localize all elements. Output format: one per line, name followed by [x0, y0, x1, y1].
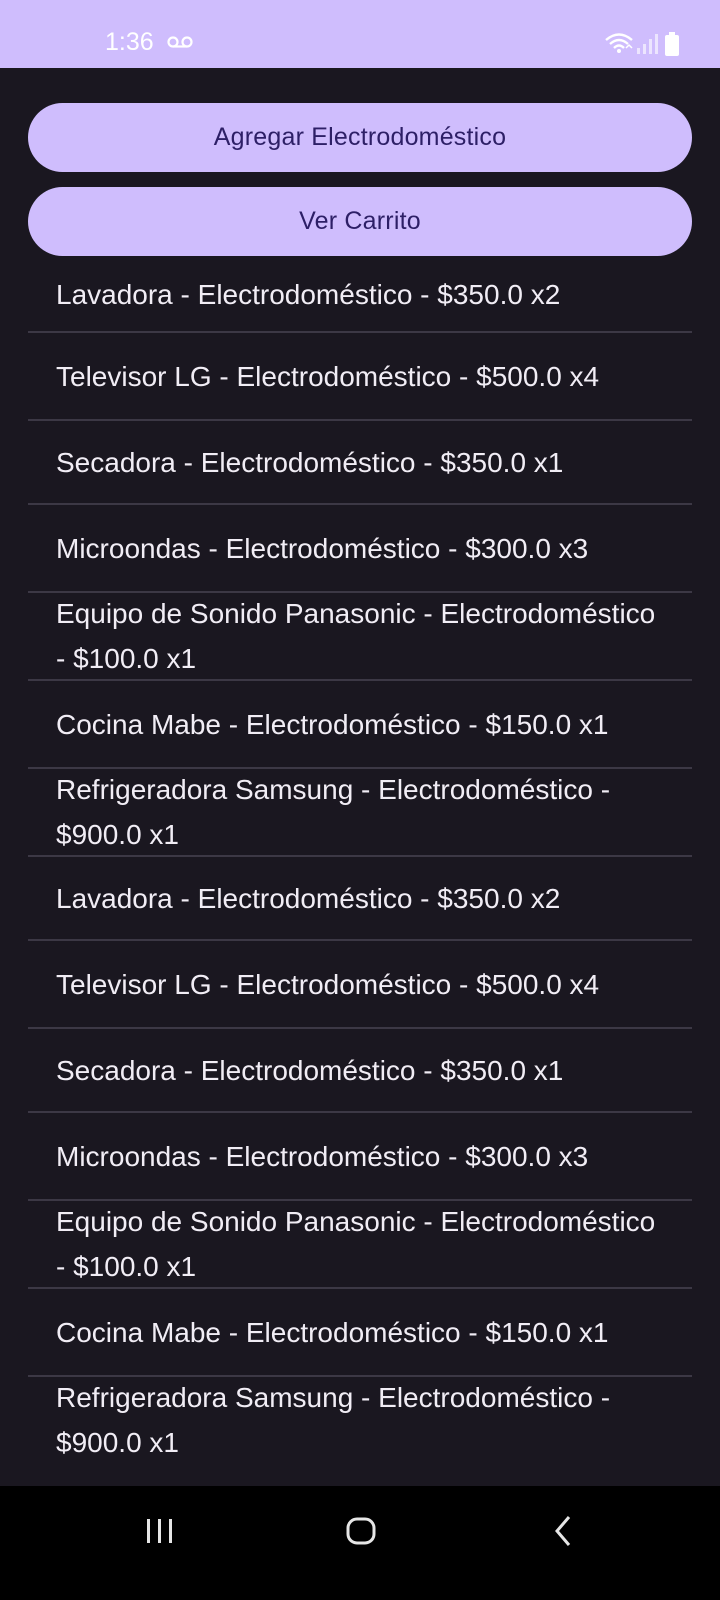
list-item-text: Microondas - Electrodoméstico - $300.0 x… [56, 532, 589, 564]
navigation-bar [0, 1486, 720, 1600]
list-item[interactable]: Cocina Mabe - Electrodoméstico - $150.0 … [0, 681, 720, 767]
list-item[interactable]: Televisor LG - Electrodoméstico - $500.0… [0, 333, 720, 419]
list-item-text: Equipo de Sonido Panasonic - Electrodomé… [56, 598, 656, 674]
list-item-text: Cocina Mabe - Electrodoméstico - $150.0 … [56, 1316, 609, 1348]
list-item[interactable]: Cocina Mabe - Electrodoméstico - $150.0 … [0, 1289, 720, 1375]
list-item-text: Equipo de Sonido Panasonic - Electrodomé… [56, 1206, 656, 1282]
view-cart-button[interactable]: Ver Carrito [28, 187, 692, 256]
list-item-text: Televisor LG - Electrodoméstico - $500.0… [56, 360, 600, 392]
status-bar: 1:36 [0, 0, 720, 68]
list-item-text: Lavadora - Electrodoméstico - $350.0 x2 [56, 279, 561, 310]
list-item[interactable]: Microondas - Electrodoméstico - $300.0 x… [0, 1113, 720, 1199]
list-item[interactable]: Secadora - Electrodoméstico - $350.0 x1 [0, 421, 720, 503]
wifi-icon [605, 33, 633, 53]
list-item[interactable]: Lavadora - Electrodoméstico - $350.0 x2 [0, 857, 720, 939]
status-time: 1:36 [105, 28, 154, 56]
signal-icon [637, 34, 658, 54]
recents-icon[interactable] [146, 1516, 174, 1546]
battery-icon [665, 32, 679, 56]
list-item-text: Refrigeradora Samsung - Electrodoméstico… [56, 774, 611, 850]
list-item-text: Lavadora - Electrodoméstico - $350.0 x2 [56, 882, 561, 914]
list-item[interactable]: Equipo de Sonido Panasonic - Electrodomé… [0, 1201, 720, 1287]
list-item[interactable]: Televisor LG - Electrodoméstico - $500.0… [0, 941, 720, 1027]
list-item-text: Microondas - Electrodoméstico - $300.0 x… [56, 1140, 589, 1172]
back-icon[interactable] [553, 1514, 573, 1548]
list-item-text: Secadora - Electrodoméstico - $350.0 x1 [56, 446, 564, 478]
list-item[interactable]: Refrigeradora Samsung - Electrodoméstico… [0, 1377, 720, 1463]
list-item[interactable]: Microondas - Electrodoméstico - $300.0 x… [0, 505, 720, 591]
list-item-text: Cocina Mabe - Electrodoméstico - $150.0 … [56, 708, 609, 740]
list-item[interactable]: Secadora - Electrodoméstico - $350.0 x1 [0, 1029, 720, 1111]
list-item[interactable]: Lavadora - Electrodoméstico - $350.0 x2 [0, 258, 720, 331]
home-icon[interactable] [346, 1514, 376, 1548]
add-appliance-button[interactable]: Agregar Electrodoméstico [28, 103, 692, 172]
list-item-text: Televisor LG - Electrodoméstico - $500.0… [56, 968, 600, 1000]
list-item[interactable]: Equipo de Sonido Panasonic - Electrodomé… [0, 593, 720, 679]
main-content: Agregar Electrodoméstico Ver Carrito Lav… [0, 68, 720, 1486]
voicemail-icon [167, 36, 193, 48]
list-item[interactable]: Refrigeradora Samsung - Electrodoméstico… [0, 769, 720, 855]
appliance-list[interactable]: Lavadora - Electrodoméstico - $350.0 x2 … [0, 258, 720, 1463]
list-item-text: Secadora - Electrodoméstico - $350.0 x1 [56, 1054, 564, 1086]
list-item-text: Refrigeradora Samsung - Electrodoméstico… [56, 1382, 611, 1458]
